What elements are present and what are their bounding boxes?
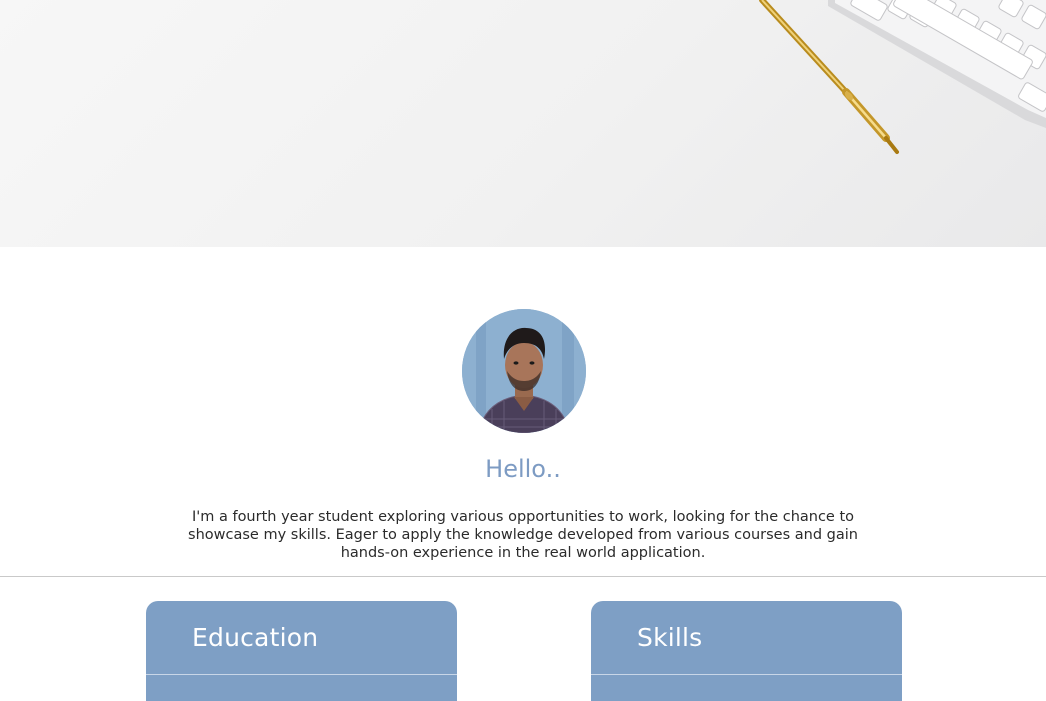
profile-photo-image [462,309,586,433]
section-divider [0,576,1046,577]
education-card-title: Education [192,623,319,652]
desk-banner-image [759,0,1046,154]
education-card-divider [146,674,457,675]
greeting-heading: Hello.. [485,455,561,483]
intro-paragraph: I'm a fourth year student exploring vari… [188,509,858,561]
skills-card-divider [591,674,902,675]
skills-card-title: Skills [637,623,703,652]
skills-card[interactable]: Skills [591,601,902,701]
profile-avatar [462,309,586,433]
education-card[interactable]: Education [146,601,457,701]
hero-banner [0,0,1046,247]
